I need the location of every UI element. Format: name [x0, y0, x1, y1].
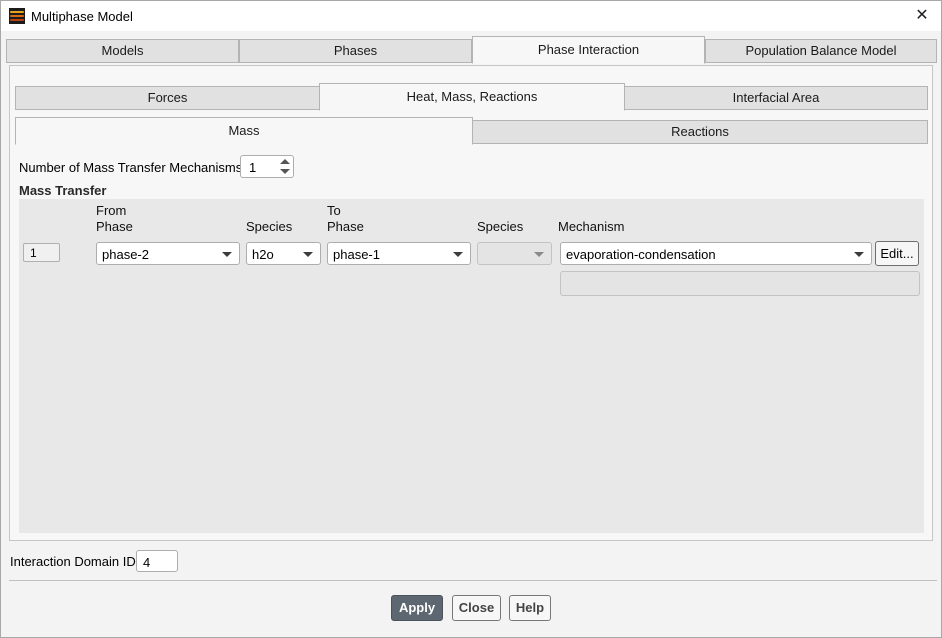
spin-down-icon[interactable]	[280, 169, 290, 174]
tab-label: Phase Interaction	[537, 42, 640, 57]
to-phase-select[interactable]: phase-1	[327, 242, 471, 265]
tab-label: Models	[101, 43, 144, 58]
header-to-phase: Phase	[327, 219, 364, 234]
tab-mass[interactable]: Mass	[15, 117, 473, 145]
tab-forces[interactable]: Forces	[15, 86, 320, 110]
close-button[interactable]: Close	[452, 595, 501, 621]
multiphase-model-dialog: Multiphase Model ✕ Models Phases Phase I…	[0, 0, 942, 638]
tab-phase-interaction[interactable]: Phase Interaction	[472, 36, 705, 64]
tab-reactions[interactable]: Reactions	[472, 120, 928, 144]
interaction-domain-id-field[interactable]: 4	[136, 550, 178, 572]
mechanisms-count-spinner[interactable]: 1	[240, 155, 294, 178]
mechanisms-count-label: Number of Mass Transfer Mechanisms	[19, 160, 243, 175]
tab-label: Phases	[333, 43, 378, 58]
mechanism-detail-field	[560, 271, 920, 296]
from-species-select[interactable]: h2o	[246, 242, 321, 265]
tab-population-balance-model[interactable]: Population Balance Model	[705, 39, 937, 63]
window-title: Multiphase Model	[31, 9, 133, 24]
header-to-species: Species	[477, 219, 524, 234]
divider	[9, 580, 937, 581]
tab-label: Reactions	[671, 124, 729, 139]
to-phase-value: phase-1	[333, 247, 380, 262]
chevron-down-icon	[854, 252, 864, 257]
tab-label: Forces	[147, 90, 188, 105]
header-from-phase: Phase	[96, 219, 133, 234]
chevron-down-icon	[222, 252, 232, 257]
from-phase-value: phase-2	[102, 247, 149, 262]
to-species-select	[477, 242, 552, 265]
tab-interfacial-area[interactable]: Interfacial Area	[624, 86, 928, 110]
ansys-fluent-icon	[9, 8, 25, 24]
edit-mechanism-button[interactable]: Edit...	[875, 241, 919, 266]
apply-button[interactable]: Apply	[391, 595, 443, 621]
tab-heat-mass-reactions[interactable]: Heat, Mass, Reactions	[319, 83, 625, 111]
tab-label: Population Balance Model	[745, 43, 897, 58]
tab-phases[interactable]: Phases	[239, 39, 472, 63]
tab-label: Mass	[228, 123, 260, 138]
close-icon[interactable]: ✕	[911, 5, 933, 27]
chevron-down-icon	[453, 252, 463, 257]
spin-up-icon[interactable]	[280, 159, 290, 164]
mechanisms-count-value: 1	[249, 160, 257, 175]
header-to: To	[327, 203, 341, 218]
title-bar: Multiphase Model ✕	[1, 1, 941, 31]
tab-label: Interfacial Area	[732, 90, 820, 105]
from-phase-select[interactable]: phase-2	[96, 242, 240, 265]
row-index: 1	[23, 243, 60, 262]
mass-transfer-title: Mass Transfer	[19, 183, 107, 198]
chevron-down-icon	[303, 252, 313, 257]
interaction-domain-id-value: 4	[143, 555, 151, 570]
chevron-down-icon	[534, 252, 544, 257]
header-from-species: Species	[246, 219, 293, 234]
tab-label: Heat, Mass, Reactions	[406, 89, 538, 104]
tab-models[interactable]: Models	[6, 39, 239, 63]
from-species-value: h2o	[252, 247, 274, 262]
mechanism-select[interactable]: evaporation-condensation	[560, 242, 872, 265]
help-button[interactable]: Help	[509, 595, 551, 621]
header-mechanism: Mechanism	[558, 219, 625, 234]
mechanism-value: evaporation-condensation	[566, 247, 716, 262]
interaction-domain-id-label: Interaction Domain ID	[10, 554, 136, 569]
header-from: From	[96, 203, 127, 218]
